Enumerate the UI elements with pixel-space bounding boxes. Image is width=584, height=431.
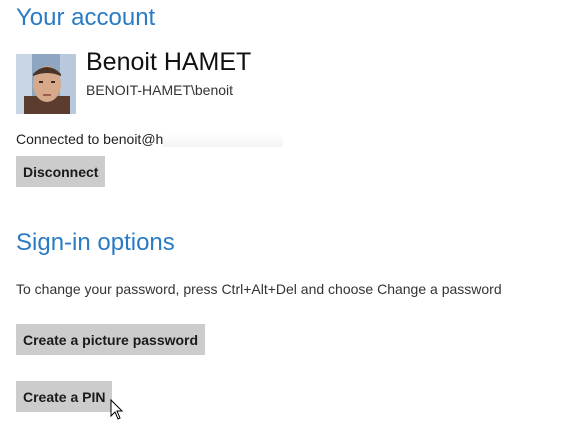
- your-account-heading: Your account: [16, 4, 156, 31]
- change-password-help-text: To change your password, press Ctrl+Alt+…: [16, 281, 502, 297]
- mouse-cursor-icon: [110, 398, 124, 421]
- sign-in-options-heading: Sign-in options: [16, 229, 175, 256]
- avatar: [16, 54, 76, 114]
- account-settings-page: Your account Benoit HAMET BENOIT-HAMET\b…: [0, 0, 584, 431]
- disconnect-button[interactable]: Disconnect: [16, 156, 106, 187]
- connected-account-label: Connected to benoit@h: [16, 131, 164, 147]
- redacted-email: [163, 133, 284, 148]
- create-picture-password-button[interactable]: Create a picture password: [16, 324, 206, 355]
- user-domain: BENOIT-HAMET\benoit: [86, 82, 234, 98]
- user-name: Benoit HAMET: [86, 48, 252, 76]
- create-pin-button[interactable]: Create a PIN: [16, 381, 113, 412]
- connected-account-text: Connected to benoit@h: [16, 131, 284, 148]
